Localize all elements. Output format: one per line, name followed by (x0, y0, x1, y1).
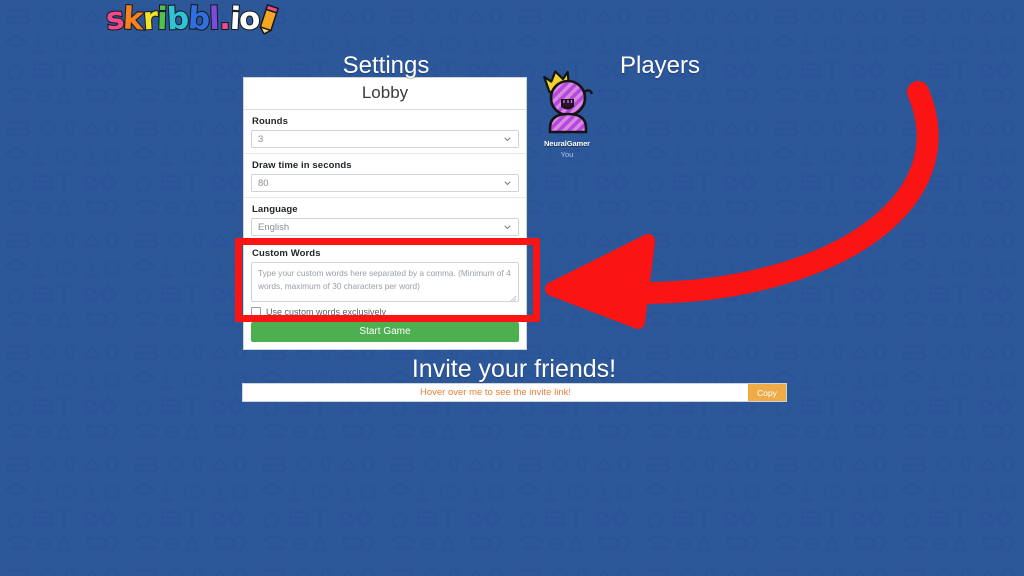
field-draw-time: Draw time in seconds 80 (244, 154, 526, 194)
draw-time-label: Draw time in seconds (252, 160, 352, 171)
pencil-icon (257, 4, 279, 37)
logo-letter: k (122, 0, 145, 38)
use-custom-words-checkbox[interactable] (251, 307, 261, 317)
resize-grip-icon[interactable] (510, 293, 517, 301)
custom-words-label: Custom Words (252, 248, 321, 259)
invite-heading: Invite your friends! (411, 355, 617, 383)
settings-panel: Lobby Rounds 3 Draw time in seconds 80 L… (243, 77, 527, 350)
invite-bar: Hover over me to see the invite link! Co… (242, 383, 787, 402)
custom-words-placeholder: Type your custom words here separated by… (258, 268, 511, 291)
invite-link-input[interactable]: Hover over me to see the invite link! (243, 384, 748, 401)
settings-heading: Settings (342, 52, 430, 79)
draw-time-value: 80 (258, 177, 269, 189)
language-value: English (258, 221, 290, 233)
logo-letter: b (165, 0, 190, 39)
language-label: Language (252, 204, 298, 215)
language-select[interactable]: English (251, 218, 519, 236)
custom-words-section: Custom Words Type your custom words here… (244, 242, 526, 322)
lobby-title: Lobby (244, 78, 526, 110)
draw-time-select[interactable]: 80 (251, 174, 519, 192)
logo-letter: b (186, 0, 212, 39)
custom-words-input[interactable]: Type your custom words here separated by… (251, 262, 519, 302)
chevron-down-icon (504, 137, 511, 142)
rounds-value: 3 (258, 133, 264, 145)
skribbl-logo[interactable]: skribbl.io (103, 0, 282, 42)
start-game-button[interactable]: Start Game (251, 322, 519, 342)
field-rounds: Rounds 3 (244, 110, 526, 150)
field-language: Language English (244, 198, 526, 238)
copy-invite-button[interactable]: Copy (748, 384, 786, 401)
avatar (537, 66, 597, 142)
logo-letter: l (208, 0, 221, 38)
use-custom-words-label: Use custom words exclusively (266, 307, 387, 317)
rounds-select[interactable]: 3 (251, 130, 519, 148)
logo-letter: . (218, 1, 232, 37)
rounds-label: Rounds (252, 116, 288, 127)
player-you-label: You (560, 150, 574, 159)
chevron-down-icon (504, 225, 511, 230)
player-card[interactable]: NeuralGamer You (537, 66, 597, 159)
exclusive-words-row[interactable]: Use custom words exclusively (251, 307, 519, 317)
chevron-down-icon (504, 181, 511, 186)
